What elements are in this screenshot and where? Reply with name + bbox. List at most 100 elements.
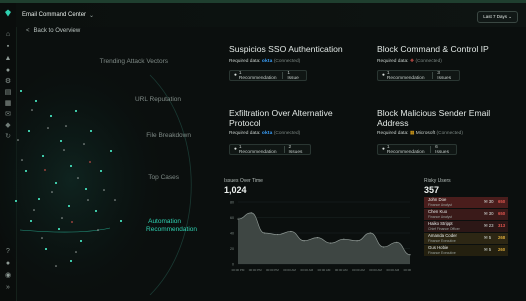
x-tick-label: 00:00 PM (232, 268, 245, 272)
risky-user-row[interactable]: Amanda Coder Finance Executive ✉ 5 268 (424, 233, 508, 244)
x-tick-label: 00:00 AM (335, 268, 348, 272)
vendor-name: Microsoft (415, 131, 436, 136)
time-range-select[interactable]: Last 7 Days ⌄ (477, 11, 518, 23)
user-risk-score: 650 (498, 211, 506, 216)
user-email-count: ✉ 30 (484, 211, 494, 216)
required-label: Required data: (229, 131, 261, 136)
arrow-left-icon: < (26, 28, 30, 34)
issue-count: 6 Issues (435, 144, 449, 155)
back-to-overview-link[interactable]: < Back to Overview (26, 28, 80, 34)
card-title-line-1: Exfiltration Over Alternative (229, 108, 333, 118)
back-label: Back to Overview (33, 28, 81, 34)
y-tick-label: 0 (232, 262, 234, 266)
user-role: Chief Finance Officer (428, 226, 460, 231)
user-role: Finance Executive (428, 250, 456, 255)
x-tick-label: 00:00 PM (266, 268, 279, 272)
connection-status: (Connected) (436, 131, 463, 136)
cases-icon[interactable]: ▪ (4, 42, 12, 50)
data-point[interactable] (356, 240, 358, 242)
x-tick-label: 00:00 AM (369, 268, 382, 272)
data-point[interactable] (409, 254, 411, 256)
user-email-count: ✉ 30 (484, 199, 494, 204)
menu-url-reputation[interactable]: URL Reputation (61, 96, 181, 103)
bulb-icon: ● (382, 147, 385, 152)
threat-globe-visual (0, 70, 192, 295)
data-point[interactable] (263, 232, 266, 234)
card-recommendation-pill[interactable]: ● 1 Recommendation 2 Issues (229, 144, 311, 155)
user-risk-score: 313 (498, 223, 506, 228)
user-risk-score: 268 (498, 235, 506, 240)
data-point[interactable] (369, 232, 371, 234)
issue-count: 3 Issues (437, 70, 452, 81)
card-recommendation-pill[interactable]: ● 1 Recommendation 6 Issues (377, 144, 457, 155)
menu-file-breakdown[interactable]: File Breakdown (71, 132, 191, 139)
data-point[interactable] (316, 237, 318, 239)
card-recommendation-pill[interactable]: ● 1 Recommendation 1 Issue (229, 70, 307, 81)
card-title[interactable]: Block Command & Control IP (377, 44, 489, 54)
risky-user-row[interactable]: Chen Kuo Finance Analyst ✉ 30 650 (424, 209, 508, 220)
area-fill (238, 212, 410, 264)
card-required-data: Required data: okta (Connected) (229, 131, 300, 136)
menu-automation[interactable]: Automation (61, 218, 181, 225)
card-title[interactable]: Block Malicious Sender Email Address (377, 108, 490, 128)
data-point[interactable] (290, 230, 292, 233)
user-email-count: ✉ 5 (484, 247, 492, 252)
menu-trending-attack-vectors[interactable]: Trending Attack Vectors (48, 58, 168, 65)
risky-users-label: Risky Users (424, 178, 451, 184)
user-role: Finance Analyst (428, 214, 452, 219)
recommendation-count: 1 Recommendation (386, 70, 425, 81)
alerts-icon[interactable]: ▲ (4, 54, 12, 62)
bulb-icon: ● (382, 73, 385, 78)
data-point[interactable] (277, 233, 279, 236)
logo-icon[interactable] (4, 9, 12, 17)
user-risk-score: 650 (498, 199, 506, 204)
bulb-icon: ● (234, 147, 237, 152)
issues-over-time-label: Issues Over Time (224, 178, 263, 184)
card-title[interactable]: Suspicios SSO Authentication (229, 44, 343, 54)
user-name: Gus Hobie (428, 245, 449, 250)
card-title-line-2: Address (377, 118, 409, 128)
y-tick-label: 80 (230, 200, 234, 204)
card-title-line-2: Protocol (229, 118, 261, 128)
issues-over-time-value: 1,024 (224, 185, 247, 195)
required-label: Required data: (377, 59, 409, 64)
card-title-line-1: Block Malicious Sender Email (377, 108, 491, 118)
card-required-data: Required data: ❖ (Connected) (377, 59, 442, 64)
y-tick-label: 40 (230, 231, 234, 235)
app-title[interactable]: Email Command Center (22, 12, 86, 18)
data-point[interactable] (382, 246, 385, 248)
microsoft-logo-icon: ▦ (409, 131, 415, 136)
data-point[interactable] (250, 212, 252, 214)
data-point[interactable] (330, 242, 332, 244)
x-tick-label: 00:00 AM (352, 268, 365, 272)
home-icon[interactable]: ⌂ (4, 30, 12, 38)
data-point[interactable] (237, 218, 239, 220)
menu-top-cases[interactable]: Top Cases (59, 174, 179, 181)
x-tick-label: 00:00 AM (318, 268, 331, 272)
vendor-logo-icon: ❖ (409, 59, 415, 64)
recommendation-count: 1 Recommendation (238, 70, 277, 81)
card-title[interactable]: Exfiltration Over Alternative Protocol (229, 108, 333, 128)
x-tick-label: 00:00 AM (386, 268, 399, 272)
risky-users-value: 357 (424, 185, 440, 195)
menu-recommendation[interactable]: Recommendation (77, 226, 197, 233)
risky-user-row[interactable]: John Doe Finance Analyst ✉ 30 650 (424, 197, 508, 208)
required-label: Required data: (377, 131, 409, 136)
data-point[interactable] (343, 238, 345, 240)
recommendation-count: 1 Recommendation (386, 144, 425, 155)
user-name: Chen Kuo (428, 209, 448, 214)
x-tick-label: 00:00 AM (300, 268, 313, 272)
chevron-down-icon[interactable]: ⌄ (89, 12, 94, 19)
bulb-icon: ● (234, 73, 237, 78)
risky-user-row[interactable]: Gus Hobie Finance Executive ✉ 5 260 (424, 245, 508, 256)
issues-over-time-chart[interactable]: 80 60 40 20 0 00:00 PM 00:00 PM 00:00 PM 00:00 A… (224, 196, 412, 278)
data-point[interactable] (396, 241, 398, 243)
x-tick-label: 00:00 PM (404, 268, 412, 272)
data-point[interactable] (303, 240, 305, 242)
y-tick-label: 20 (230, 247, 234, 251)
user-email-count: ✉ 5 (484, 235, 492, 240)
user-name: John Doe (428, 197, 447, 202)
risky-user-row[interactable]: Haiko Strippt Chief Finance Officer ✉ 23 31… (424, 221, 508, 232)
card-recommendation-pill[interactable]: ● 1 Recommendation 3 Issues (377, 70, 460, 81)
okta-logo: okta (261, 131, 273, 136)
